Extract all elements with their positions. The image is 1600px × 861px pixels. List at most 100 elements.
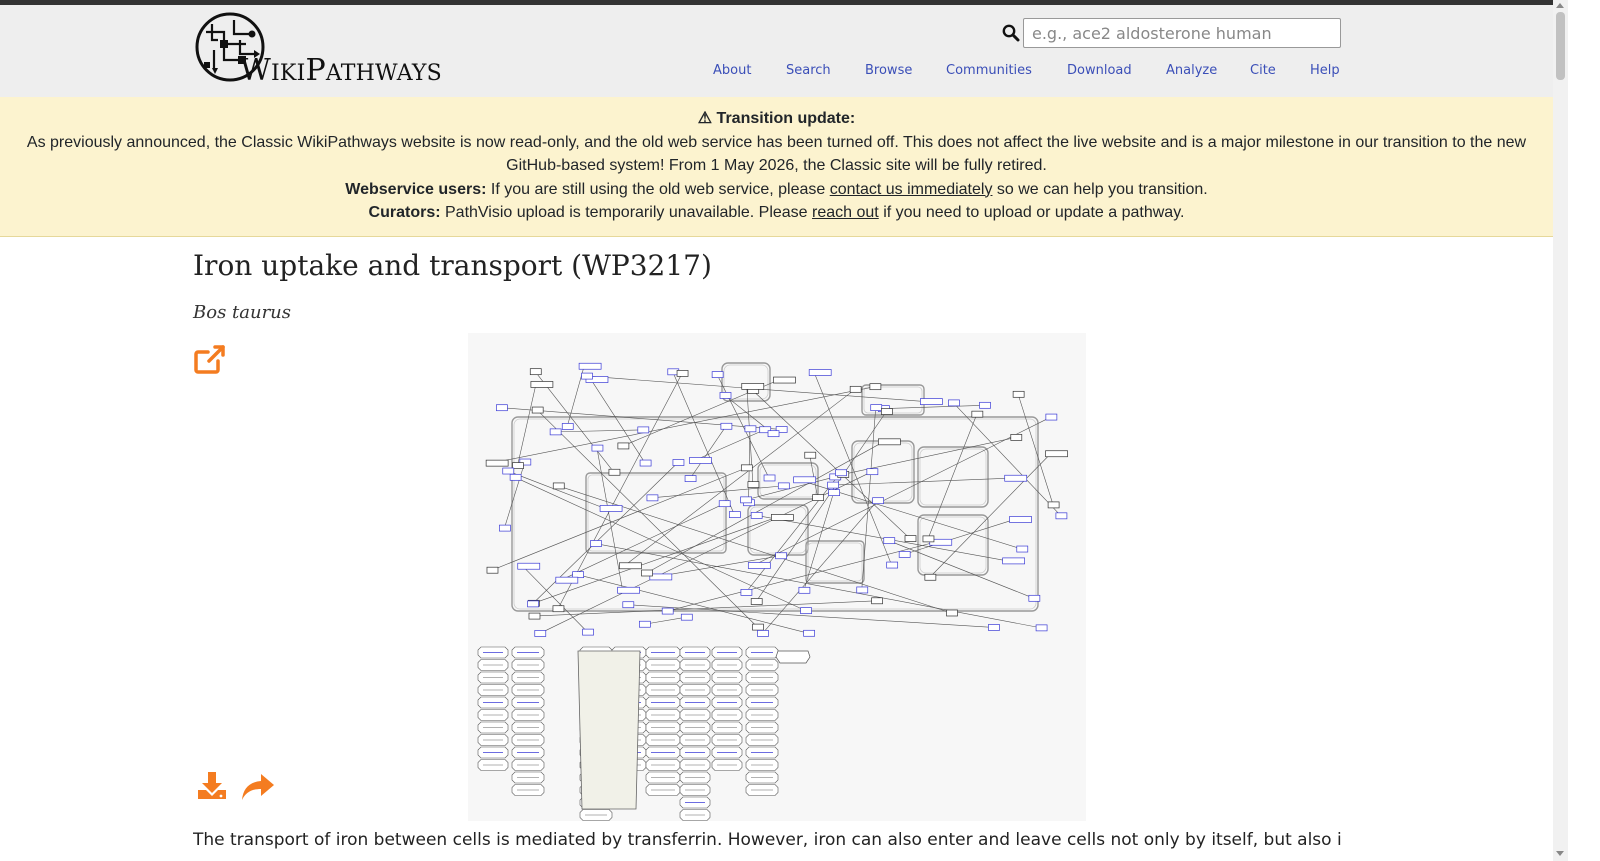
gene-node bbox=[582, 628, 594, 636]
nav-search[interactable]: Search bbox=[786, 63, 831, 78]
gene-node bbox=[886, 561, 899, 569]
banner-curators: Curators: PathVisio upload is temporaril… bbox=[0, 201, 1553, 225]
nav-about[interactable]: About bbox=[713, 63, 751, 78]
gene-node bbox=[1010, 434, 1023, 441]
contact-us-link[interactable]: contact us immediately bbox=[830, 181, 993, 198]
gene-node bbox=[572, 571, 584, 579]
gene-node bbox=[649, 573, 673, 581]
gene-node bbox=[529, 368, 542, 376]
gene-node bbox=[971, 410, 984, 418]
gene-node bbox=[922, 535, 935, 543]
gene-node bbox=[555, 576, 579, 584]
gene-node bbox=[827, 481, 839, 489]
gene-node bbox=[775, 552, 787, 560]
gene-node bbox=[637, 426, 650, 434]
pathway-diagram[interactable] bbox=[468, 333, 1086, 821]
gene-node bbox=[866, 468, 879, 476]
reach-out-link[interactable]: reach out bbox=[812, 204, 879, 221]
gene-node bbox=[617, 586, 640, 594]
gene-node bbox=[608, 468, 621, 476]
page-scrollbar[interactable] bbox=[1553, 0, 1568, 861]
gene-node bbox=[1045, 413, 1058, 421]
gene-node bbox=[1028, 594, 1041, 602]
transition-banner: ⚠ Transition update: As previously annou… bbox=[0, 97, 1553, 237]
curators-text-before: PathVisio upload is temporarily unavaila… bbox=[440, 204, 813, 221]
pathway-description: The transport of iron between cells is m… bbox=[193, 830, 1343, 850]
gene-node bbox=[763, 474, 776, 482]
share-icon[interactable] bbox=[241, 772, 275, 802]
gene-node bbox=[871, 597, 883, 605]
gene-node bbox=[804, 451, 817, 459]
gene-node bbox=[646, 494, 659, 502]
gene-node bbox=[729, 511, 741, 518]
banner-webservice: Webservice users: If you are still using… bbox=[0, 178, 1553, 202]
gene-node bbox=[835, 469, 847, 477]
gene-node bbox=[530, 381, 554, 388]
scroll-down-arrow-icon[interactable] bbox=[1556, 851, 1564, 856]
gene-node bbox=[561, 423, 574, 430]
gene-node bbox=[812, 494, 824, 501]
gene-node bbox=[878, 438, 901, 446]
gene-node bbox=[856, 586, 869, 594]
banner-line-1: As previously announced, the Classic Wik… bbox=[26, 133, 1527, 151]
nav-communities[interactable]: Communities bbox=[946, 63, 1032, 78]
gene-node bbox=[499, 524, 511, 532]
gene-node bbox=[485, 459, 509, 467]
nav-help[interactable]: Help bbox=[1310, 63, 1340, 78]
gene-node bbox=[496, 404, 508, 412]
gene-node bbox=[1047, 501, 1060, 509]
gene-node bbox=[531, 406, 544, 414]
gene-node bbox=[517, 562, 541, 570]
gene-node bbox=[740, 464, 753, 472]
gene-node bbox=[1055, 512, 1068, 520]
species-name: Bos taurus bbox=[193, 302, 292, 323]
curators-text-after: if you need to upload or update a pathwa… bbox=[878, 204, 1185, 221]
nav-analyze[interactable]: Analyze bbox=[1166, 63, 1217, 78]
gene-node bbox=[639, 459, 652, 467]
scroll-up-arrow-icon[interactable] bbox=[1556, 3, 1564, 8]
external-link-icon[interactable] bbox=[193, 343, 227, 375]
gene-node bbox=[527, 600, 539, 608]
download-icon[interactable] bbox=[196, 770, 228, 802]
gene-node bbox=[924, 573, 937, 581]
scroll-thumb[interactable] bbox=[1556, 12, 1565, 80]
search-icon[interactable] bbox=[1002, 24, 1020, 42]
gene-node bbox=[752, 623, 764, 631]
gene-node bbox=[502, 467, 515, 475]
gene-node bbox=[898, 551, 911, 558]
gene-node bbox=[881, 408, 893, 415]
gene-node bbox=[689, 457, 712, 464]
gene-node bbox=[750, 598, 763, 605]
gene-node bbox=[793, 476, 816, 484]
gene-node bbox=[747, 562, 771, 569]
gene-node bbox=[1035, 624, 1048, 632]
gene-node bbox=[828, 489, 840, 497]
gene-node bbox=[870, 404, 883, 411]
gene-node bbox=[581, 372, 593, 380]
gene-node bbox=[770, 514, 794, 521]
gene-node bbox=[757, 630, 769, 637]
gene-node bbox=[744, 425, 757, 433]
nav-cite[interactable]: Cite bbox=[1250, 63, 1276, 78]
gene-node bbox=[747, 481, 760, 488]
gene-node bbox=[1016, 545, 1029, 553]
search-input[interactable] bbox=[1023, 18, 1341, 48]
gene-node bbox=[1002, 557, 1025, 565]
gene-node bbox=[849, 385, 862, 393]
nav-browse[interactable]: Browse bbox=[865, 63, 912, 78]
site-header: WIKIPATHWAYS About Search Browse Communi… bbox=[0, 5, 1553, 97]
curators-label: Curators: bbox=[368, 204, 441, 221]
gene-node bbox=[590, 540, 602, 547]
gene-node bbox=[672, 459, 685, 466]
gene-node bbox=[622, 601, 635, 609]
gene-node bbox=[711, 371, 724, 378]
gene-node bbox=[1009, 516, 1032, 523]
webservice-text-before: If you are still using the old web servi… bbox=[486, 180, 830, 198]
nav-download[interactable]: Download bbox=[1067, 63, 1132, 78]
gene-node bbox=[741, 383, 765, 390]
banner-line-2: GitHub-based system! From 1 May 2026, th… bbox=[506, 157, 1047, 174]
gene-node bbox=[869, 383, 882, 391]
gene-node bbox=[512, 462, 524, 469]
gene-node bbox=[740, 589, 753, 596]
gene-node bbox=[798, 586, 811, 594]
